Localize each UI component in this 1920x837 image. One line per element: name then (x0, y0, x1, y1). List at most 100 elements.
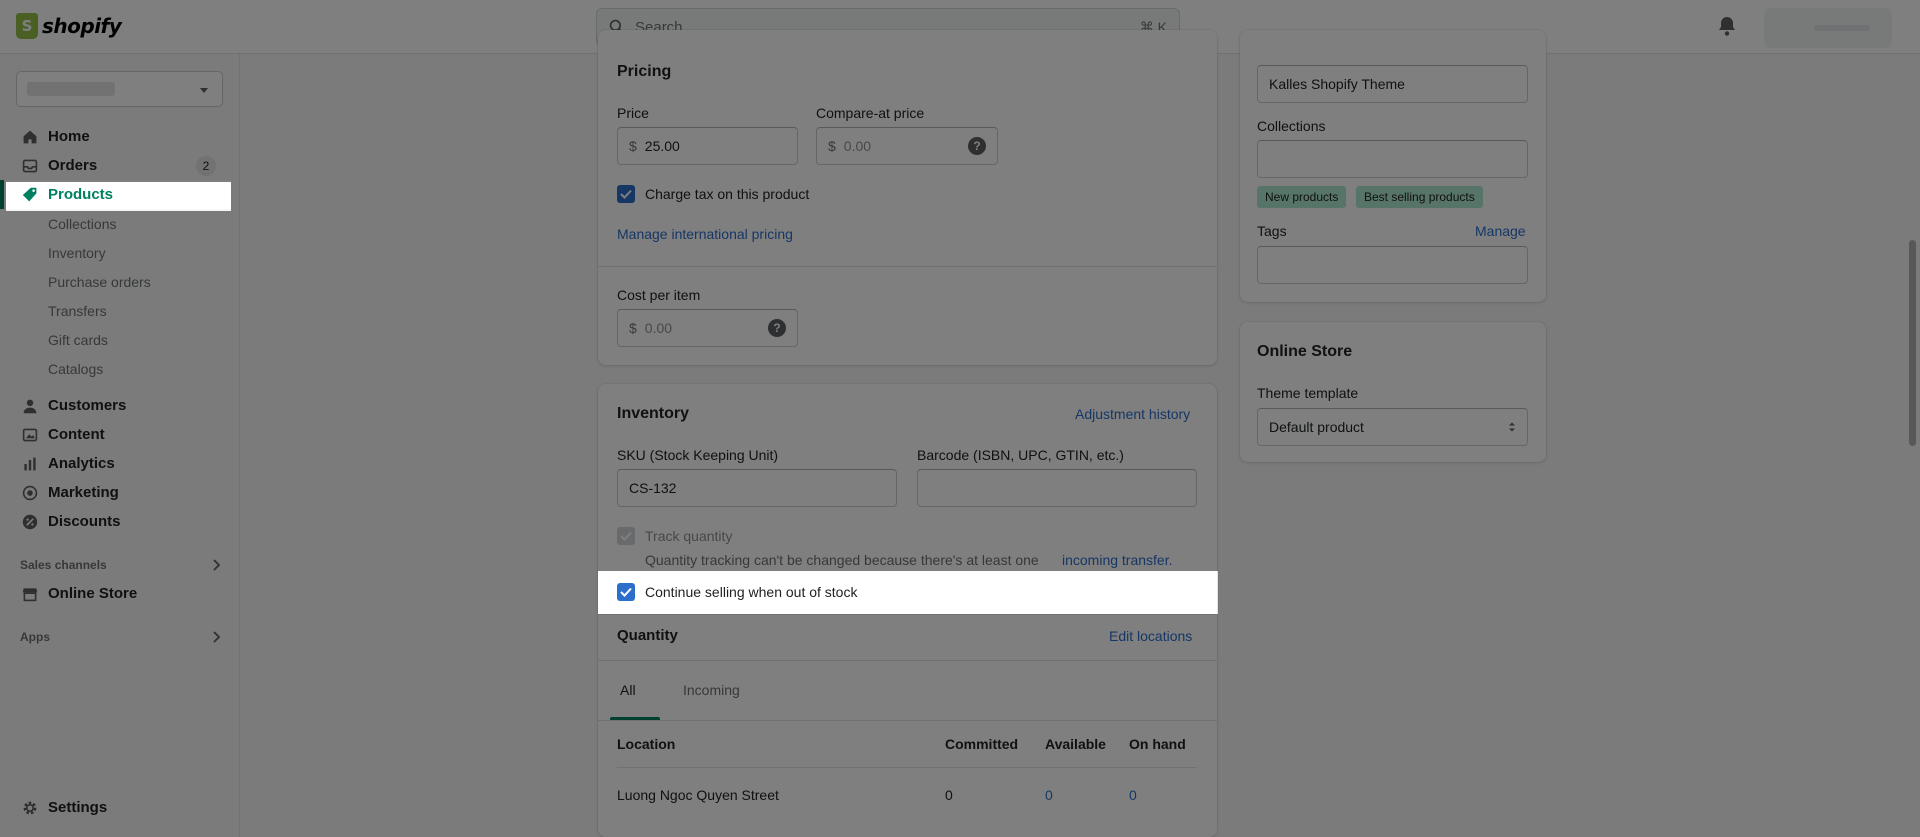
orders-icon (20, 156, 40, 176)
sku-value: CS-132 (629, 480, 677, 496)
select-arrows-icon (1509, 422, 1515, 432)
sidebar-item-label: Customers (48, 397, 127, 414)
quantity-title: Quantity (617, 627, 678, 644)
tags-input[interactable] (1257, 246, 1528, 284)
sidebar: Home Orders 2 Products Collections Inven… (0, 54, 240, 837)
charge-tax-checkbox[interactable] (617, 185, 635, 203)
track-quantity-checkbox[interactable] (617, 527, 635, 545)
price-input[interactable]: $ 25.00 (617, 127, 798, 165)
currency-prefix: $ (629, 138, 637, 154)
manage-international-pricing-link[interactable]: Manage international pricing (617, 226, 793, 242)
apps-section[interactable]: Apps (20, 627, 221, 647)
divider (598, 614, 1217, 615)
sales-channels-section[interactable]: Sales channels (20, 555, 221, 575)
inventory-card: Inventory Adjustment history SKU (Stock … (598, 384, 1217, 837)
orders-count-badge: 2 (196, 156, 216, 176)
sidebar-item-products[interactable]: Products (0, 180, 231, 209)
incoming-transfer-link[interactable]: incoming transfer. (1062, 552, 1173, 568)
sidebar-item-marketing[interactable]: Marketing (0, 478, 240, 507)
checkmark-icon (620, 587, 632, 597)
sidebar-subitem-collections[interactable]: Collections (48, 209, 116, 238)
track-quantity-note: Quantity tracking can't be changed becau… (645, 552, 1039, 568)
column-header-available: Available (1045, 736, 1106, 752)
sidebar-item-label: Discounts (48, 513, 121, 530)
continue-selling-checkbox[interactable] (617, 583, 635, 601)
column-header-committed: Committed (945, 736, 1019, 752)
sidebar-subitem-transfers[interactable]: Transfers (48, 296, 107, 325)
customers-icon (20, 396, 40, 416)
sidebar-item-customers[interactable]: Customers (0, 391, 240, 420)
notification-bell-icon[interactable] (1718, 16, 1736, 40)
vendor-value: Kalles Shopify Theme (1269, 76, 1405, 92)
help-icon[interactable]: ? (768, 319, 786, 337)
barcode-label: Barcode (ISBN, UPC, GTIN, etc.) (917, 447, 1124, 463)
chevron-down-icon (200, 88, 208, 93)
collections-label: Collections (1257, 118, 1326, 134)
store-selector[interactable] (16, 71, 223, 107)
analytics-icon (20, 454, 40, 474)
marketing-icon (20, 483, 40, 503)
sidebar-item-label: Orders (48, 157, 98, 174)
divider (598, 266, 1217, 267)
page-scrollbar[interactable] (1909, 240, 1916, 446)
tab-label: Incoming (683, 682, 740, 698)
theme-template-value: Default product (1269, 419, 1364, 435)
sidebar-item-label: Online Store (48, 585, 138, 602)
currency-prefix: $ (828, 138, 836, 154)
sidebar-subitem-inventory[interactable]: Inventory (48, 238, 106, 267)
edit-locations-link[interactable]: Edit locations (1109, 628, 1192, 644)
sidebar-subitem-catalogs[interactable]: Catalogs (48, 354, 103, 383)
adjustment-history-link[interactable]: Adjustment history (1075, 406, 1190, 422)
column-header-location: Location (617, 736, 676, 752)
shopify-logo[interactable]: S shopify (16, 13, 122, 39)
brand-name: shopify (42, 14, 122, 38)
online-store-title: Online Store (1257, 343, 1353, 360)
barcode-input[interactable] (917, 469, 1197, 507)
help-icon[interactable]: ? (968, 137, 986, 155)
on-hand-cell[interactable]: 0 (1129, 787, 1137, 803)
sidebar-item-label: Content (48, 426, 105, 443)
sidebar-item-orders[interactable]: Orders 2 (0, 151, 240, 180)
sidebar-item-content[interactable]: Content (0, 420, 240, 449)
product-organization-card: Kalles Shopify Theme Collections New pro… (1240, 30, 1546, 302)
user-menu-button[interactable] (1764, 8, 1892, 48)
store-icon (20, 584, 40, 604)
chevron-right-icon (212, 631, 221, 646)
collection-tag-new-products[interactable]: New products (1257, 186, 1347, 208)
divider (617, 767, 1197, 768)
charge-tax-label: Charge tax on this product (645, 186, 810, 202)
pricing-title: Pricing (617, 63, 672, 80)
sidebar-item-settings[interactable]: Settings (0, 793, 240, 822)
cost-per-item-input[interactable]: $ 0.00 ? (617, 309, 798, 347)
sidebar-item-label: Settings (48, 799, 108, 816)
committed-cell: 0 (945, 787, 953, 803)
sidebar-item-analytics[interactable]: Analytics (0, 449, 240, 478)
chevron-right-icon (212, 559, 221, 574)
available-cell[interactable]: 0 (1045, 787, 1053, 803)
collections-input[interactable] (1257, 140, 1528, 178)
sidebar-item-home[interactable]: Home (0, 122, 240, 151)
manage-tags-link[interactable]: Manage (1475, 223, 1526, 239)
apps-label: Apps (20, 630, 50, 644)
vendor-input[interactable]: Kalles Shopify Theme (1257, 65, 1528, 103)
sidebar-item-label: Marketing (48, 484, 119, 501)
pricing-card: Pricing Price $ 25.00 Compare-at price $… (598, 30, 1217, 365)
sales-channels-label: Sales channels (20, 558, 107, 572)
theme-template-select[interactable]: Default product (1257, 408, 1528, 446)
checkmark-icon (620, 189, 632, 199)
tab-incoming[interactable]: Incoming (671, 661, 752, 719)
sidebar-subitem-purchase-orders[interactable]: Purchase orders (48, 267, 151, 296)
tab-all[interactable]: All (608, 661, 648, 719)
column-header-on-hand: On hand (1129, 736, 1186, 752)
home-icon (20, 127, 40, 147)
sidebar-item-discounts[interactable]: Discounts (0, 507, 240, 536)
cost-per-item-placeholder: 0.00 (644, 320, 673, 336)
sidebar-item-online-store[interactable]: Online Store (0, 579, 240, 608)
collection-tag-best-selling[interactable]: Best selling products (1356, 186, 1483, 208)
price-value: 25.00 (644, 138, 680, 154)
sidebar-subitem-gift-cards[interactable]: Gift cards (48, 325, 108, 354)
divider (598, 720, 1217, 721)
checkmark-icon (620, 531, 632, 541)
sku-input[interactable]: CS-132 (617, 469, 897, 507)
compare-at-price-input[interactable]: $ 0.00 ? (816, 127, 998, 165)
